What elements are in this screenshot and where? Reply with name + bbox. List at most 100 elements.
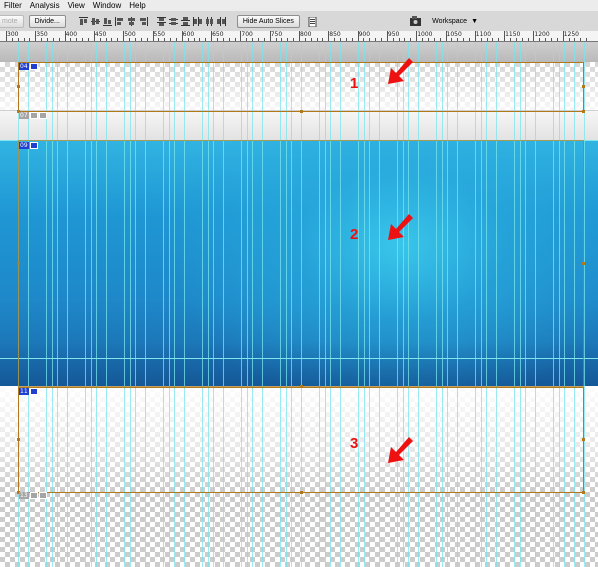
slice-icon: [38, 492, 47, 499]
workspace-dropdown-icon[interactable]: ▼: [471, 18, 478, 25]
ruler-tick: [416, 31, 418, 41]
slice-handle[interactable]: [582, 85, 585, 88]
ruler-tick: [310, 38, 312, 41]
divide-button[interactable]: Divide...: [28, 14, 66, 28]
ruler-tick: [287, 38, 289, 41]
slice-icon: [29, 63, 38, 70]
ruler-tick: [398, 38, 400, 41]
ruler-tick: [404, 38, 406, 41]
slice-handle[interactable]: [17, 85, 20, 88]
ruler-label: 800: [300, 31, 312, 38]
slice-icon: [29, 112, 38, 119]
ruler-tick: [340, 38, 342, 41]
ruler-tick: [140, 38, 142, 41]
ruler-tick: [322, 38, 324, 41]
slice-icon: [29, 142, 38, 149]
slice-badge-09[interactable]: 09: [19, 142, 38, 149]
ruler-tick: [111, 38, 113, 41]
align-top-icon[interactable]: [78, 16, 88, 26]
ruler-tick: [550, 38, 552, 41]
ruler-tick: [345, 38, 347, 41]
slice-icon: [38, 112, 47, 119]
ruler-tick: [504, 31, 506, 41]
slice-badge-04[interactable]: 04: [19, 63, 38, 70]
ruler-tick: [152, 31, 154, 41]
menu-analysis[interactable]: Analysis: [26, 0, 64, 11]
ruler-label: 450: [94, 31, 107, 38]
distribute-vcenter-icon[interactable]: [168, 17, 178, 26]
slice-handle[interactable]: [582, 262, 585, 265]
ruler-tick: [457, 38, 459, 41]
align-right-icon[interactable]: [139, 16, 148, 26]
ruler-tick: [47, 38, 49, 41]
align-left-icon[interactable]: [114, 16, 124, 26]
slice-options-icon[interactable]: [308, 16, 317, 27]
slice-handle[interactable]: [300, 491, 303, 494]
document-canvas[interactable]: 04 07 09 11 13 1 2 3: [0, 42, 598, 567]
workspace-label[interactable]: Workspace: [432, 18, 467, 25]
ruler-tick: [381, 38, 383, 41]
slice-handle[interactable]: [300, 385, 303, 388]
menu-view[interactable]: View: [64, 0, 89, 11]
slice-handle[interactable]: [17, 438, 20, 441]
ruler-tick: [427, 38, 429, 41]
ruler-tick: [64, 31, 66, 41]
ruler-tick: [533, 31, 535, 41]
ruler-tick: [170, 38, 172, 41]
ruler-tick: [205, 38, 207, 41]
slice-icon: [29, 388, 38, 395]
ruler-tick: [363, 38, 365, 41]
ruler-label: 1100: [475, 31, 492, 38]
slice-handle[interactable]: [582, 491, 585, 494]
ruler-tick: [269, 31, 271, 41]
horizontal-ruler: 300 350 400 450 500 550 600 650 700 750 800 850 900 9…: [0, 31, 598, 42]
align-hcenter-icon[interactable]: [127, 16, 136, 26]
menu-window[interactable]: Window: [89, 0, 125, 11]
ruler-tick: [41, 38, 43, 41]
distribute-right-icon[interactable]: [216, 16, 226, 26]
slice-04-outline[interactable]: [18, 62, 584, 112]
bridge-icon[interactable]: [408, 15, 424, 27]
slice-badge-11[interactable]: 11: [19, 388, 38, 395]
hide-auto-slices-button[interactable]: Hide Auto Slices: [236, 14, 300, 28]
ruler-label: 1150: [505, 31, 521, 38]
align-vcenter-icon[interactable]: [90, 17, 100, 26]
menu-filter[interactable]: Filter: [0, 0, 26, 11]
slice-badge-13[interactable]: 13: [19, 492, 47, 499]
ruler-tick: [293, 38, 295, 41]
ruler-label: 950: [387, 31, 400, 38]
menu-help[interactable]: Help: [125, 0, 149, 11]
distribute-hcenter-icon[interactable]: [205, 16, 214, 26]
ruler-tick: [521, 38, 523, 41]
ruler-tick: [463, 38, 465, 41]
ruler-tick: [328, 31, 330, 41]
slice-handle[interactable]: [582, 438, 585, 441]
ruler-tick: [468, 38, 470, 41]
ruler-tick: [498, 38, 500, 41]
distribute-left-icon[interactable]: [192, 16, 202, 26]
slice-badge-07[interactable]: 07: [19, 112, 47, 119]
slice-handle[interactable]: [17, 262, 20, 265]
align-bottom-icon[interactable]: [102, 17, 112, 26]
ruler-tick: [35, 31, 37, 41]
ruler-tick: [539, 38, 541, 41]
slice-11-outline[interactable]: [18, 387, 584, 493]
ruler-tick: [134, 38, 136, 41]
ruler-tick: [17, 38, 19, 41]
ruler-tick: [187, 38, 189, 41]
ruler-label: 600: [182, 31, 195, 38]
slice-09-outline[interactable]: [18, 140, 584, 387]
slice-handle[interactable]: [300, 110, 303, 113]
ruler-label: 1000: [417, 31, 433, 38]
ruler-label: 300: [7, 31, 19, 38]
ruler-tick: [123, 31, 125, 41]
distribute-top-icon[interactable]: [156, 16, 166, 26]
ruler-tick: [129, 38, 131, 41]
ruler-label: 550: [153, 31, 165, 38]
promote-button[interactable]: mote: [0, 14, 24, 28]
distribute-bottom-icon[interactable]: [180, 16, 190, 26]
ruler-tick: [445, 31, 447, 41]
ruler-tick: [357, 31, 359, 41]
slice-handle[interactable]: [582, 110, 585, 113]
ruler-tick: [246, 38, 248, 41]
